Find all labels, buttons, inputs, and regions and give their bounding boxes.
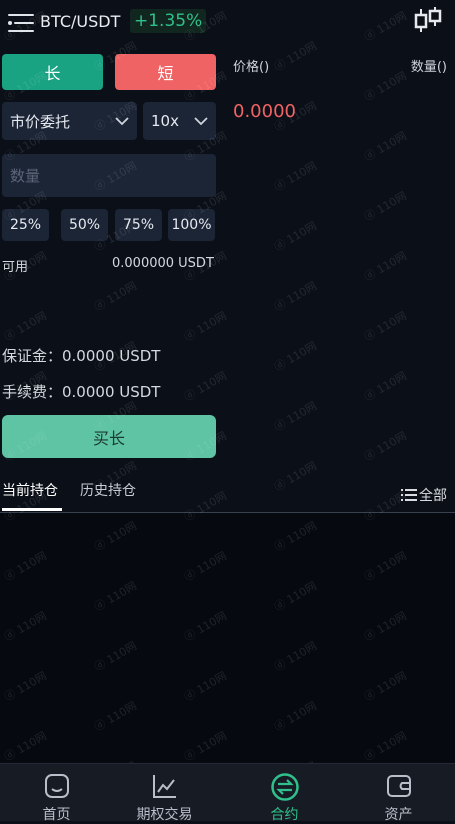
margin-text: 保证金：0.0000 USDT xyxy=(2,347,161,365)
order-type-value: 市价委托 xyxy=(10,112,71,131)
menu-icon[interactable] xyxy=(8,12,34,34)
trading-pair[interactable]: BTC/USDT xyxy=(40,12,120,31)
watermark-text: ⓓ 110网 xyxy=(2,309,49,344)
nav-home-label: 首页 xyxy=(42,807,71,823)
nav-home[interactable]: 首页 xyxy=(0,764,113,823)
watermark-text: ⓓ 110网 xyxy=(362,309,409,344)
watermark-text: ⓓ 110网 xyxy=(272,159,319,194)
tab-current-positions[interactable]: 当前持仓 xyxy=(2,480,58,500)
percent-100-button[interactable]: 100% xyxy=(168,209,215,241)
watermark-text: ⓓ 110网 xyxy=(92,279,139,314)
last-price: 0.0000 xyxy=(233,101,296,122)
nav-options[interactable]: 期权交易 xyxy=(108,764,221,823)
nav-contract-label: 合约 xyxy=(270,807,299,823)
watermark-text: ⓓ 110网 xyxy=(362,429,409,464)
percent-25-button[interactable]: 25% xyxy=(2,209,49,241)
watermark-text: ⓓ 110网 xyxy=(182,309,229,344)
tab-history-positions[interactable]: 历史持仓 xyxy=(80,480,136,500)
watermark-text: ⓓ 110网 xyxy=(272,399,319,434)
watermark-text: ⓓ 110网 xyxy=(362,129,409,164)
watermark-text: ⓓ 110网 xyxy=(362,189,409,224)
watermark-text: ⓓ 110网 xyxy=(272,279,319,314)
home-icon xyxy=(44,774,69,798)
available-label: 可用 xyxy=(2,260,29,275)
filter-all-button[interactable]: 全部 xyxy=(401,485,447,505)
nav-options-label: 期权交易 xyxy=(136,807,193,823)
watermark-text: ⓓ 110网 xyxy=(182,369,229,404)
chart-icon xyxy=(152,775,176,798)
bottom-nav: 首页 期权交易 合约 资产 xyxy=(0,763,455,823)
filter-all-label: 全部 xyxy=(419,488,447,504)
buy-long-button[interactable]: 买长 xyxy=(2,415,216,458)
watermark-text: ⓓ 110网 xyxy=(362,369,409,404)
quantity-input[interactable] xyxy=(2,154,216,197)
watermark-text: ⓓ 110网 xyxy=(272,339,319,374)
available-value: 0.000000 USDT xyxy=(112,256,214,271)
nav-contract[interactable]: 合约 xyxy=(228,764,341,823)
positions-list xyxy=(0,513,455,763)
watermark-text: ⓓ 110网 xyxy=(272,459,319,494)
chevron-down-icon xyxy=(115,116,129,125)
list-icon xyxy=(401,489,417,501)
fee-text: 手续费：0.0000 USDT xyxy=(2,383,161,401)
order-type-select[interactable]: 市价委托 xyxy=(2,102,137,140)
percent-75-button[interactable]: 75% xyxy=(115,209,162,241)
candlestick-icon[interactable] xyxy=(413,6,443,34)
short-button[interactable]: 短 xyxy=(115,54,216,90)
long-button[interactable]: 长 xyxy=(2,54,103,90)
watermark-text: ⓓ 110网 xyxy=(362,249,409,284)
watermark-text: ⓓ 110网 xyxy=(362,69,409,104)
nav-assets-label: 资产 xyxy=(384,807,413,823)
watermark-text: ⓓ 110网 xyxy=(272,219,319,254)
percent-50-button[interactable]: 50% xyxy=(61,209,108,241)
nav-assets[interactable]: 资产 xyxy=(342,764,455,823)
quantity-column-header: 数量() xyxy=(410,60,447,75)
price-column-header: 价格() xyxy=(233,60,270,75)
price-change-badge: +1.35% xyxy=(130,9,207,33)
leverage-select[interactable]: 10x xyxy=(143,102,216,140)
leverage-value: 10x xyxy=(151,112,179,130)
wallet-icon xyxy=(386,775,411,797)
active-tab-indicator xyxy=(2,508,62,511)
swap-icon xyxy=(270,773,299,801)
chevron-down-icon xyxy=(194,116,208,125)
